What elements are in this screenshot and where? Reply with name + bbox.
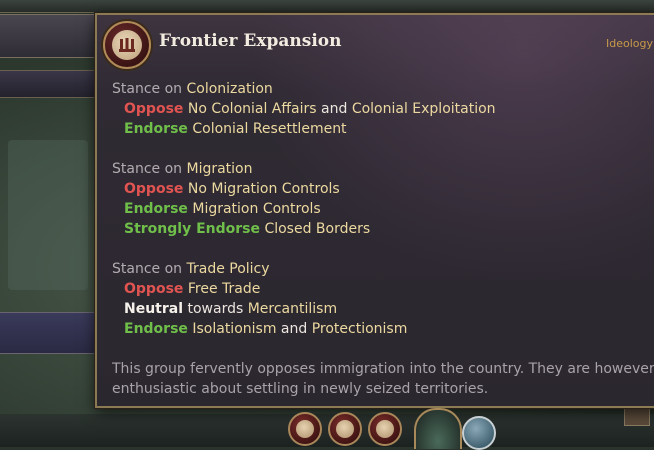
law-link[interactable]: Free Trade: [188, 281, 261, 297]
stance-prefix: Stance on: [112, 161, 183, 177]
left-panel-card: [8, 140, 88, 290]
tooltip-description: This group fervently opposes immigration…: [112, 359, 654, 399]
ideology-icon-2[interactable]: [328, 412, 362, 446]
stance-prefix: Stance on: [112, 81, 183, 97]
ideology-icon-row: [288, 412, 402, 446]
stance-list: Stance on Colonization Oppose No Colonial…: [112, 79, 652, 359]
stance-label: Endorse: [124, 321, 188, 337]
law-link[interactable]: Colonial Exploitation: [352, 101, 496, 117]
stance-line: Oppose No Migration Controls: [112, 179, 652, 199]
tooltip-title: Frontier Expansion: [159, 31, 342, 51]
stance-topic[interactable]: Trade Policy: [186, 261, 269, 277]
stance-label: Endorse: [124, 201, 188, 217]
ideology-icon-3[interactable]: [368, 412, 402, 446]
stance-line: Endorse Migration Controls: [112, 199, 652, 219]
law-link[interactable]: No Colonial Affairs: [188, 101, 317, 117]
left-panel-band: [0, 312, 100, 354]
connector-text: towards: [187, 301, 244, 317]
connector-text: and: [321, 101, 348, 117]
stance-label: Neutral: [124, 301, 184, 317]
ideology-tooltip: Frontier Expansion Ideology Stance on Co…: [95, 13, 654, 408]
stance-line: Strongly Endorse Closed Borders: [112, 219, 652, 239]
description-line: This group fervently opposes immigration…: [112, 361, 654, 377]
law-link[interactable]: Isolationism: [192, 321, 276, 337]
stance-section: Stance on Migration Oppose No Migration C…: [112, 159, 652, 239]
stance-section-heading: Stance on Colonization: [112, 79, 652, 99]
stance-line: Endorse Isolationism and Protectionism: [112, 319, 652, 339]
left-panel-header[interactable]: [0, 14, 109, 58]
stance-line: Endorse Colonial Resettlement: [112, 119, 652, 139]
law-link[interactable]: Colonial Resettlement: [192, 121, 346, 137]
stance-topic[interactable]: Colonization: [186, 81, 272, 97]
description-line: enthusiastic about settling in newly sei…: [112, 381, 489, 397]
leader-portrait[interactable]: [414, 408, 462, 449]
stance-label: Oppose: [124, 101, 184, 117]
stance-section-heading: Stance on Trade Policy: [112, 259, 652, 279]
law-link[interactable]: Mercantilism: [248, 301, 337, 317]
ideology-emblem-icon: [103, 21, 151, 69]
stance-section: Stance on Colonization Oppose No Colonial…: [112, 79, 652, 139]
stance-label: Oppose: [124, 181, 184, 197]
stance-label: Strongly Endorse: [124, 221, 260, 237]
stance-topic[interactable]: Migration: [186, 161, 252, 177]
stance-label: Oppose: [124, 281, 184, 297]
ideology-icon-1[interactable]: [288, 412, 322, 446]
left-panel-strip: [0, 70, 100, 98]
stance-line: Oppose No Colonial Affairs and Colonial …: [112, 99, 652, 119]
law-link[interactable]: Protectionism: [312, 321, 408, 337]
law-link[interactable]: No Migration Controls: [188, 181, 340, 197]
connector-text: and: [280, 321, 308, 337]
law-link[interactable]: Closed Borders: [264, 221, 370, 237]
stance-line: Neutral towards Mercantilism: [112, 299, 652, 319]
tooltip-category-tag: Ideology: [605, 37, 653, 50]
stance-prefix: Stance on: [112, 261, 183, 277]
stance-line: Oppose Free Trade: [112, 279, 652, 299]
law-link[interactable]: Migration Controls: [192, 201, 320, 217]
top-bar: [0, 0, 654, 13]
stance-label: Endorse: [124, 121, 188, 137]
stance-section-heading: Stance on Migration: [112, 159, 652, 179]
stance-section: Stance on Trade Policy Oppose Free Trade N…: [112, 259, 652, 339]
faction-badge-icon[interactable]: [462, 416, 496, 450]
